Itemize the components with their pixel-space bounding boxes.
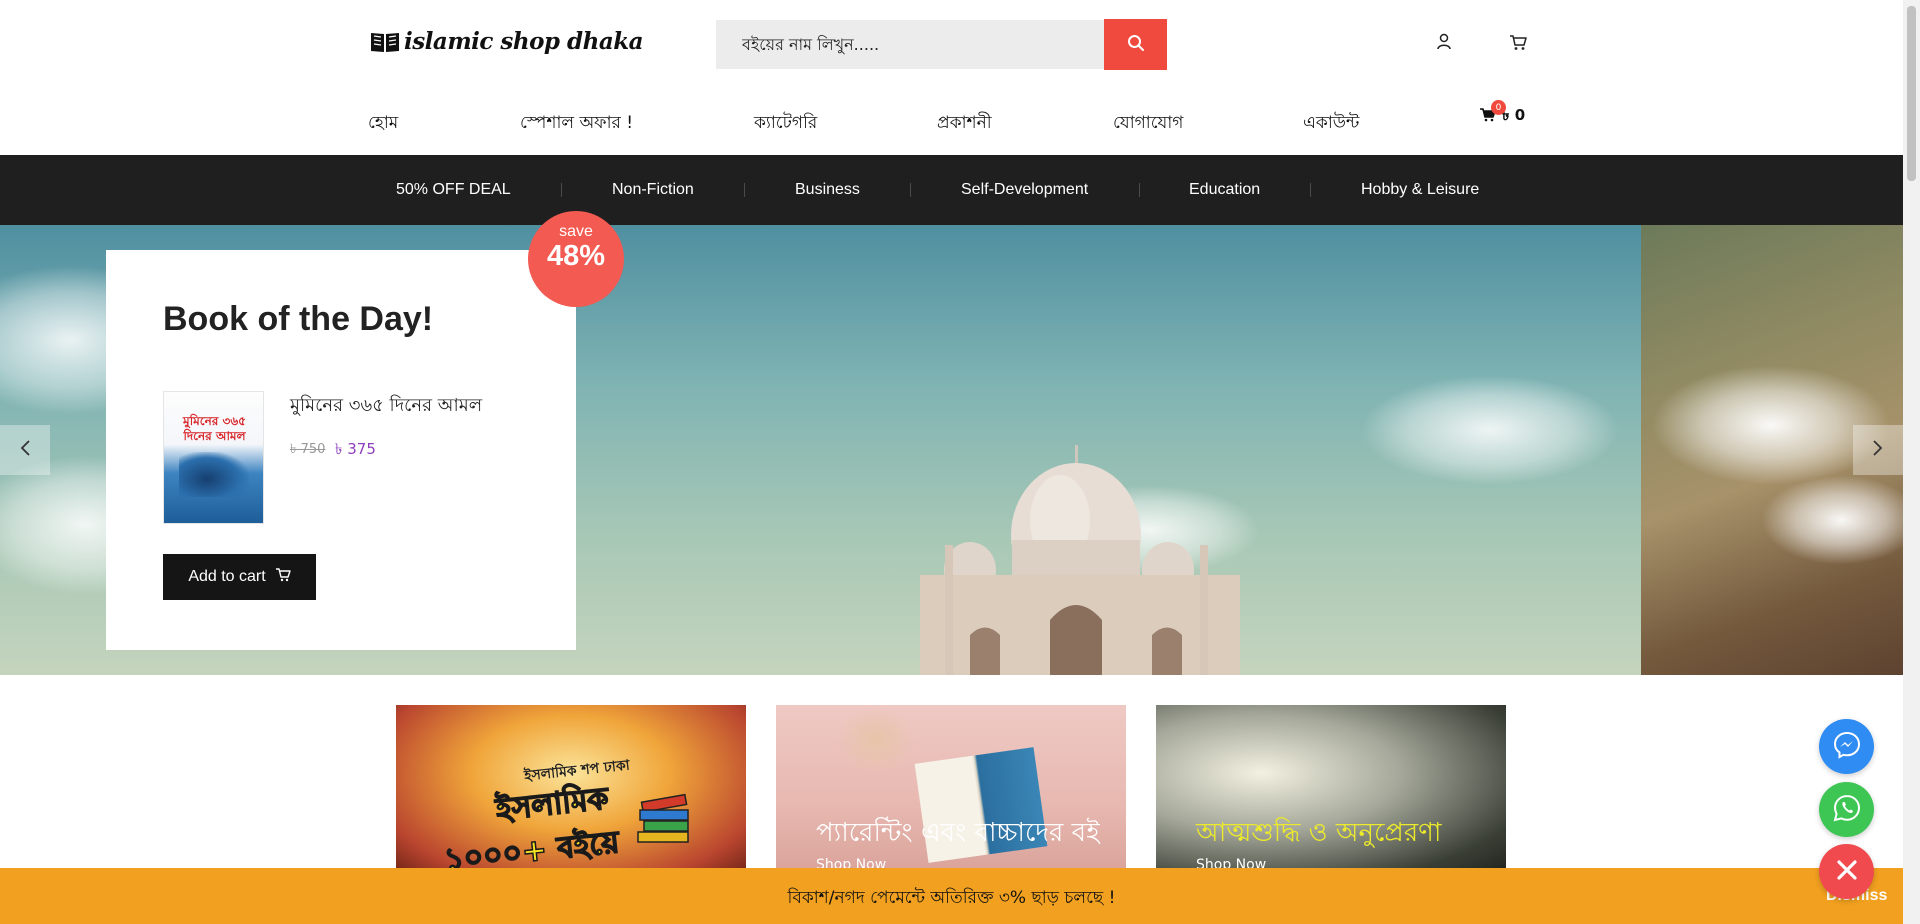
site-logo[interactable]: islamic shop dhaka <box>370 28 644 55</box>
category-divider <box>910 183 911 197</box>
category-bar: 50% OFF DEAL Non-Fiction Business Self-D… <box>0 155 1903 225</box>
page-scrollbar[interactable] <box>1903 0 1920 924</box>
nav-category[interactable]: ক্যাটেগরি <box>754 110 817 138</box>
hero-next-button[interactable] <box>1853 425 1903 475</box>
search-button[interactable] <box>1104 19 1167 70</box>
mini-cart[interactable]: 0 ৳ 0 <box>1480 100 1525 129</box>
user-icon <box>1436 33 1452 55</box>
nav-contact[interactable]: যোগাযোগ <box>1113 110 1183 138</box>
book-cover-image[interactable]: মুমিনের ৩৬৫ দিনের আমল <box>163 391 264 524</box>
notice-text: বিকাশ/নগদ পেমেন্টে অতিরিক্ত ৩% ছাড় চলছে… <box>787 888 1116 908</box>
category-hobby-leisure[interactable]: Hobby & Leisure <box>1361 181 1479 199</box>
banner-title: আত্মশুদ্ধি ও অনুপ্রেরণা <box>1196 818 1442 848</box>
deal-book-name[interactable]: মুমিনের ৩৬৫ দিনের আমল <box>290 391 482 422</box>
search-bar <box>716 19 1167 70</box>
nav-account[interactable]: একাউন্ট <box>1303 110 1359 138</box>
account-button[interactable] <box>1433 33 1455 55</box>
chevron-right-icon <box>1872 439 1884 461</box>
messenger-icon <box>1832 730 1862 764</box>
hero-cloud <box>1761 475 1903 565</box>
book-of-the-day-card: Book of the Day! মুমিনের ৩৬৫ দিনের আমল ম… <box>106 250 576 650</box>
close-chat-widget-button[interactable] <box>1819 844 1874 899</box>
category-education[interactable]: Education <box>1189 181 1260 199</box>
save-label: save <box>559 223 593 240</box>
category-divider <box>1139 183 1140 197</box>
category-divider <box>744 183 745 197</box>
search-icon <box>1127 34 1145 55</box>
add-to-cart-label: Add to cart <box>188 568 266 585</box>
taj-mahal-image <box>920 445 1240 675</box>
header-cart-button[interactable] <box>1507 33 1529 55</box>
cover-title: মুমিনের ৩৬৫ দিনের আমল <box>183 414 246 443</box>
nav-special-offer[interactable]: স্পেশাল অফার ! <box>520 110 633 138</box>
promo-notice-bar: বিকাশ/নগদ পেমেন্টে অতিরিক্ত ৩% ছাড় চলছে… <box>0 868 1903 924</box>
category-divider <box>1310 183 1311 197</box>
book-logo-icon <box>370 30 400 54</box>
promo-banner-islamic-books[interactable]: ইসলামিক শপ ঢাকা ইসলামিক ১০০০+ বইয়ে <box>396 705 746 875</box>
scrollbar-thumb[interactable] <box>1907 6 1916 181</box>
category-self-development[interactable]: Self-Development <box>961 181 1088 199</box>
messenger-button[interactable] <box>1819 719 1874 774</box>
category-50-off-deal[interactable]: 50% OFF DEAL <box>396 181 511 199</box>
cart-count-badge: 0 <box>1491 100 1506 115</box>
deal-new-price: ৳ 375 <box>335 440 376 458</box>
hero-cloud <box>1360 375 1620 485</box>
promo-banner-self-purification[interactable]: আত্মশুদ্ধি ও অনুপ্রেরণা Shop Now <box>1156 705 1506 875</box>
category-non-fiction[interactable]: Non-Fiction <box>612 181 694 199</box>
main-nav: হোম স্পেশাল অফার ! ক্যাটেগরি প্রকাশনী যো… <box>0 110 1903 134</box>
hero-prev-button[interactable] <box>0 425 50 475</box>
whatsapp-icon <box>1832 793 1862 827</box>
deal-old-price: ৳ 750 <box>290 442 326 457</box>
save-percent: 48% <box>546 240 606 272</box>
whatsapp-button[interactable] <box>1819 782 1874 837</box>
chevron-left-icon <box>19 439 31 461</box>
books-stack-icon <box>637 793 689 843</box>
nav-publisher[interactable]: প্রকাশনী <box>937 110 992 138</box>
search-input[interactable] <box>716 20 1104 69</box>
nav-home[interactable]: হোম <box>368 110 398 138</box>
banner-subheadline: ১০০০+ বইয়ে <box>442 824 622 875</box>
cover-illustration <box>179 452 249 497</box>
add-to-cart-button[interactable]: Add to cart <box>163 554 316 600</box>
deal-title: Book of the Day! <box>163 300 434 338</box>
cart-icon <box>1509 34 1527 55</box>
close-icon <box>1835 858 1859 886</box>
banner-photo-detail <box>836 705 916 775</box>
save-badge: save 48% <box>528 211 624 307</box>
banner-title: প্যারেন্টিং এবং বাচ্চাদের বই <box>816 818 1100 848</box>
category-divider <box>561 183 562 197</box>
category-business[interactable]: Business <box>795 181 860 199</box>
logo-text: islamic shop dhaka <box>404 28 644 55</box>
cart-icon <box>275 567 291 587</box>
page: islamic shop dhaka হোম স্পেশাল অফার ! ক্… <box>0 0 1920 924</box>
promo-banner-parenting[interactable]: প্যারেন্টিং এবং বাচ্চাদের বই Shop Now <box>776 705 1126 875</box>
